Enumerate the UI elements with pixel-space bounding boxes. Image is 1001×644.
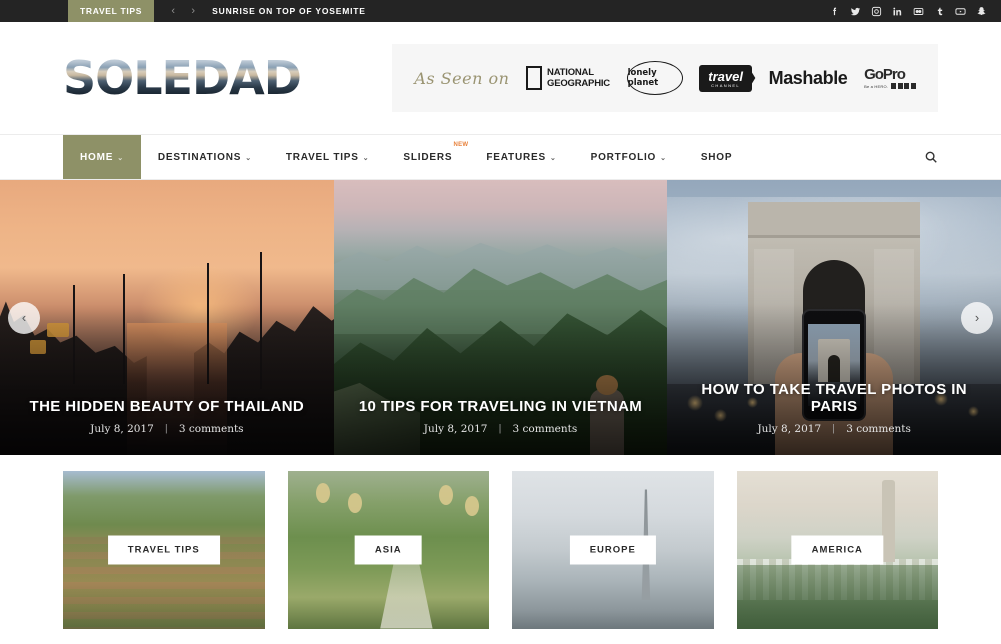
- search-icon: [925, 151, 937, 163]
- nav-item-travel-tips[interactable]: TRAVEL TIPS ⌄: [269, 135, 387, 179]
- category-card-travel-tips[interactable]: TRAVEL TIPS: [63, 470, 265, 629]
- slide-title[interactable]: HOW TO TAKE TRAVEL PHOTOS IN PARIS: [681, 381, 987, 415]
- nav-label-home: HOME: [80, 151, 114, 163]
- nav-label-sliders: SLIDERS: [403, 151, 453, 163]
- nav-label-destinations: DESTINATIONS: [157, 151, 242, 163]
- nav-item-sliders[interactable]: SLIDERS NEW: [386, 135, 469, 179]
- topbar-headline-link[interactable]: SUNRISE ON TOP OF YOSEMITE: [212, 0, 366, 22]
- topbar-ticker-arrows: ‹ ›: [164, 0, 202, 22]
- slide-comments[interactable]: 3 comments: [513, 423, 578, 435]
- snapchat-icon[interactable]: [976, 0, 987, 22]
- category-label: AMERICA: [791, 535, 883, 564]
- main-navigation: HOME ⌄ DESTINATIONS ⌄ TRAVEL TIPS ⌄ SLID…: [0, 134, 1001, 180]
- ticker-next-icon[interactable]: ›: [184, 0, 202, 22]
- slide-comments[interactable]: 3 comments: [179, 423, 244, 435]
- chevron-down-icon: ⌄: [549, 155, 557, 162]
- nav-items: HOME ⌄ DESTINATIONS ⌄ TRAVEL TIPS ⌄ SLID…: [63, 135, 749, 179]
- facebook-icon[interactable]: [829, 0, 840, 22]
- category-card-europe[interactable]: EUROPE: [512, 470, 714, 629]
- nav-label-shop: SHOP: [700, 151, 733, 163]
- ticker-prev-icon[interactable]: ‹: [164, 0, 182, 22]
- twitter-icon[interactable]: [850, 0, 861, 22]
- site-logo[interactable]: SOLEDAD: [63, 55, 302, 101]
- gopro-logo: GoPro Be a HERO.: [864, 67, 916, 89]
- travel-channel-sub: CHANNEL: [711, 82, 741, 88]
- meta-separator: |: [832, 424, 836, 434]
- slide-date: July 8, 2017: [90, 423, 154, 435]
- slide-date: July 8, 2017: [423, 423, 488, 435]
- category-card-asia[interactable]: ASIA: [287, 470, 489, 629]
- slide-caption: HOW TO TAKE TRAVEL PHOTOS IN PARIS July …: [667, 381, 1001, 435]
- nav-item-destinations[interactable]: DESTINATIONS ⌄: [141, 135, 269, 179]
- category-label: TRAVEL TIPS: [107, 535, 220, 564]
- search-button[interactable]: [924, 135, 938, 179]
- slide-date: July 8, 2017: [757, 423, 822, 435]
- category-label: ASIA: [354, 535, 422, 564]
- instagram-icon[interactable]: [871, 0, 882, 22]
- gopro-tagline: Be a HERO.: [864, 83, 889, 89]
- gopro-squares-icon: [891, 83, 916, 89]
- natgeo-line2: GEOGRAPHIC: [547, 78, 610, 89]
- lonely-planet-logo: lonely planet: [626, 61, 683, 95]
- travel-channel-logo: travel CHANNEL: [699, 64, 752, 92]
- as-seen-on-label: As Seen on: [414, 68, 510, 88]
- chevron-down-icon: ⌄: [245, 155, 252, 162]
- youtube-icon[interactable]: [955, 0, 966, 22]
- slide-paris[interactable]: HOW TO TAKE TRAVEL PHOTOS IN PARIS July …: [667, 180, 1001, 455]
- tumblr-icon[interactable]: [934, 0, 945, 22]
- meta-separator: |: [164, 424, 168, 434]
- slide-caption: THE HIDDEN BEAUTY OF THAILAND July 8, 20…: [0, 398, 334, 435]
- category-grid: TRAVEL TIPS ASIA EUROPE AMERICA: [0, 455, 1001, 644]
- nav-item-features[interactable]: FEATURES ⌄: [469, 135, 573, 179]
- slide-title[interactable]: 10 TIPS FOR TRAVELING IN VIETNAM: [348, 398, 654, 415]
- new-badge: NEW: [453, 142, 469, 148]
- slider-prev-button[interactable]: ‹: [8, 301, 40, 334]
- gopro-word: GoPro: [864, 66, 906, 83]
- nav-item-home[interactable]: HOME ⌄: [63, 135, 141, 179]
- slide-vietnam[interactable]: 10 TIPS FOR TRAVELING IN VIETNAM July 8,…: [333, 180, 668, 455]
- nav-item-shop[interactable]: SHOP: [684, 135, 750, 179]
- slide-caption: 10 TIPS FOR TRAVELING IN VIETNAM July 8,…: [334, 398, 668, 435]
- nav-item-portfolio[interactable]: PORTFOLIO ⌄: [574, 135, 684, 179]
- category-card-america[interactable]: AMERICA: [736, 470, 938, 629]
- site-header: SOLEDAD As Seen on NATIONAL GEOGRAPHIC l…: [0, 22, 1001, 134]
- top-bar: TRAVEL TIPS ‹ › SUNRISE ON TOP OF YOSEMI…: [0, 0, 1001, 22]
- slide-comments[interactable]: 3 comments: [846, 423, 911, 435]
- slide-thailand[interactable]: THE HIDDEN BEAUTY OF THAILAND July 8, 20…: [0, 180, 334, 455]
- meta-separator: |: [498, 424, 502, 434]
- category-label: EUROPE: [569, 535, 656, 564]
- natgeo-line1: NATIONAL: [547, 67, 594, 78]
- social-links: [829, 0, 1001, 22]
- mashable-logo: Mashable: [768, 67, 848, 88]
- travel-channel-word: travel: [708, 68, 743, 84]
- nav-label-features: FEATURES: [486, 151, 546, 163]
- as-seen-on-banner: As Seen on NATIONAL GEOGRAPHIC lonely pl…: [392, 44, 938, 112]
- featured-slider: THE HIDDEN BEAUTY OF THAILAND July 8, 20…: [0, 180, 1001, 455]
- linkedin-icon[interactable]: [892, 0, 903, 22]
- nav-label-portfolio: PORTFOLIO: [590, 151, 657, 163]
- national-geographic-logo: NATIONAL GEOGRAPHIC: [526, 66, 610, 90]
- natgeo-rectangle-icon: [526, 66, 543, 90]
- topbar-category-badge[interactable]: TRAVEL TIPS: [68, 0, 155, 22]
- flickr-icon[interactable]: [913, 0, 924, 22]
- slider-next-button[interactable]: ›: [961, 301, 994, 334]
- nav-label-travel-tips: TRAVEL TIPS: [285, 151, 359, 163]
- chevron-down-icon: ⌄: [117, 155, 124, 162]
- chevron-down-icon: ⌄: [362, 155, 370, 162]
- chevron-down-icon: ⌄: [660, 155, 667, 162]
- slide-title[interactable]: THE HIDDEN BEAUTY OF THAILAND: [14, 398, 320, 415]
